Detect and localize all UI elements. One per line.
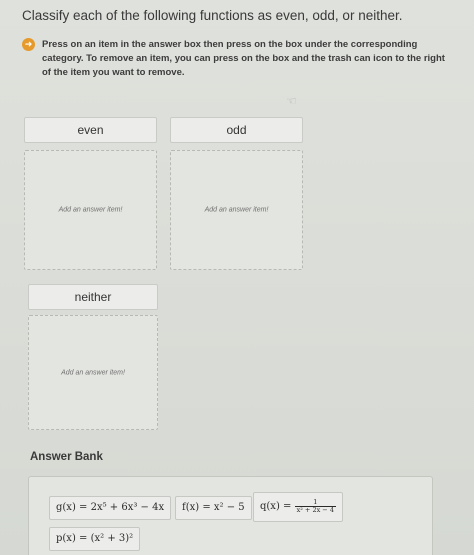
category-even-hint: Add an answer item! [58,206,123,214]
answer-item-p-expr: (x² + 3)² [90,533,134,544]
category-odd-dropzone[interactable]: Add an answer item! [170,150,303,270]
category-odd-text: odd [226,123,247,137]
answer-item-f-expr: x² − 5 [213,502,245,513]
category-even-label: even [24,117,157,143]
answer-item-g-expr: 2x⁵ + 6x³ − 4x [90,502,165,513]
category-neither-label: neither [28,284,158,310]
question-text: Classify each of the following functions… [22,8,403,23]
answer-item-g[interactable]: g(x) = 2x⁵ + 6x³ − 4x [49,496,172,520]
answer-item-f[interactable]: f(x) = x² − 5 [175,496,252,520]
category-even-text: even [77,123,104,137]
answer-item-p-lhs: p(x) = [56,533,88,544]
category-neither-hint: Add an answer item! [61,369,125,376]
hand-pointer-icon: ☜ [286,94,297,108]
category-neither-text: neither [74,290,112,304]
answer-item-q-fraction: 1 x² + 2x − 4 [294,499,336,514]
answer-item-f-lhs: f(x) = [182,502,211,513]
answer-item-q-lhs: q(x) = [260,501,292,512]
answer-item-g-lhs: g(x) = [56,502,88,513]
category-odd-hint: Add an answer item! [204,206,269,214]
answer-bank: g(x) = 2x⁵ + 6x³ − 4x f(x) = x² − 5 q(x)… [28,476,433,555]
page: Classify each of the following functions… [0,0,474,555]
instructions-text: Press on an item in the answer box then … [42,39,445,78]
category-odd-label: odd [170,117,303,143]
answer-bank-title: Answer Bank [30,451,103,463]
answer-item-p[interactable]: p(x) = (x² + 3)² [49,527,141,551]
arrow-right-icon: ➜ [22,38,35,51]
answer-item-q-denominator: x² + 2x − 4 [296,506,334,514]
answer-item-q[interactable]: q(x) = 1 x² + 2x − 4 [253,492,343,522]
category-even-dropzone[interactable]: Add an answer item! [24,150,157,270]
category-neither-dropzone[interactable]: Add an answer item! [28,315,158,430]
